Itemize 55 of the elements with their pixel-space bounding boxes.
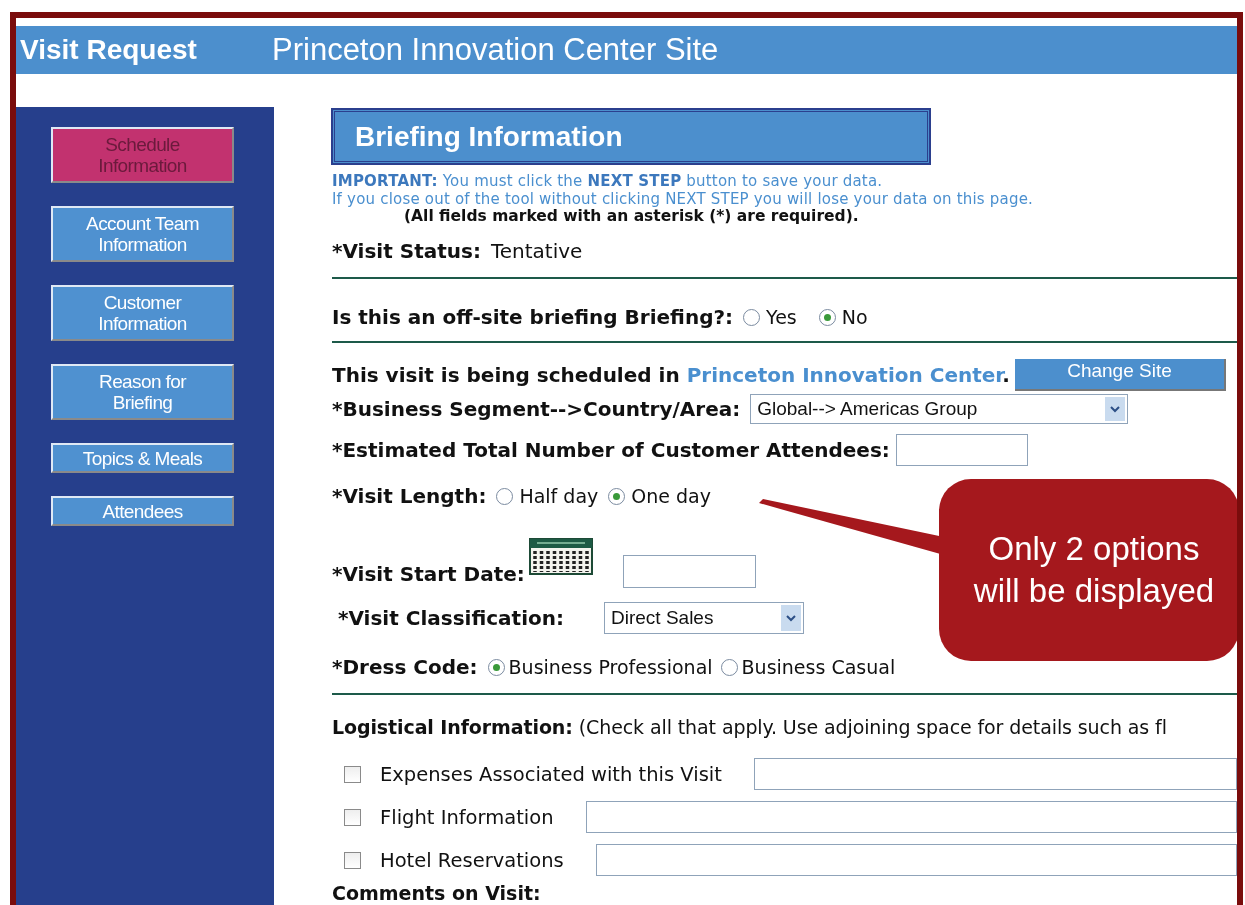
field-label: *Visit Start Date: <box>332 561 525 588</box>
site-title: Princeton Innovation Center Site <box>272 32 719 68</box>
input-field[interactable] <box>895 434 1028 466</box>
radio-button[interactable] <box>487 658 505 676</box>
notice-text: IMPORTANT: You must click the NEXT STEP button to save your data. <box>332 172 884 190</box>
date-field[interactable] <box>622 555 756 588</box>
radio-button[interactable] <box>720 658 738 676</box>
logistics-text: Logistical Information: (Check all that apply. Use adjoining space for details such as fl <box>332 716 1167 738</box>
field-label: Is this an off-site briefing Briefing?: <box>332 305 734 329</box>
page-title: Visit Request <box>20 34 198 66</box>
nav-button[interactable]: Customer Information <box>51 285 234 341</box>
checkbox-label: Expenses Associated with this Visit <box>380 762 722 786</box>
field-label: *Visit Classification: <box>338 606 564 630</box>
field-label: *Visit Length: <box>332 484 487 508</box>
chevron-down-icon <box>786 614 796 622</box>
option-label: No <box>841 306 868 328</box>
checkbox[interactable] <box>344 808 361 826</box>
checkbox-label: Flight Information <box>380 805 554 829</box>
section-heading: Briefing Information <box>332 109 930 164</box>
nav-button[interactable]: Topics & Meals <box>51 443 234 473</box>
callout-text: will be displayed <box>973 571 1215 611</box>
checkbox[interactable] <box>344 851 361 869</box>
field-label: *Dress Code: <box>332 655 478 679</box>
nav-button[interactable]: Schedule Information <box>51 127 234 183</box>
chevron-down-icon <box>1110 405 1121 413</box>
input-field[interactable] <box>595 844 1237 876</box>
field-label: Comments on Visit: <box>332 884 542 903</box>
radio-button[interactable] <box>743 308 761 326</box>
nav-button[interactable]: Reason for Briefing <box>51 364 234 420</box>
option-label: Yes <box>766 306 797 328</box>
checkbox-label: Hotel Reservations <box>380 848 564 872</box>
required-note: (All fields marked with an asterisk (*) are required). <box>404 208 860 225</box>
nav-button[interactable]: Account Team Information <box>51 206 234 262</box>
dropdown[interactable]: Global--> Americas Group <box>750 394 1129 424</box>
radio-button[interactable] <box>496 487 514 505</box>
change-site-button[interactable]: Change Site <box>1014 359 1226 391</box>
nav-button[interactable]: Attendees <box>51 496 234 526</box>
site-sentence: This visit is being scheduled in Princeton Innovation Center. <box>332 363 1010 387</box>
field-label: *Business Segment-->Country/Area: <box>332 397 741 421</box>
option-label: One day <box>631 485 711 507</box>
option-label: Business Casual <box>741 656 896 678</box>
option-label: Business Professional <box>508 656 713 678</box>
calendar-icon[interactable] <box>528 538 593 576</box>
field-label: *Visit Status: <box>332 239 481 263</box>
callout-text: Only 2 options <box>988 529 1200 569</box>
dropdown[interactable]: Direct Sales <box>604 602 804 634</box>
option-label: Half day <box>519 485 599 507</box>
checkbox[interactable] <box>344 765 361 783</box>
radio-button[interactable] <box>818 308 836 326</box>
input-field[interactable] <box>753 758 1237 790</box>
radio-button[interactable] <box>608 487 626 505</box>
field-label: *Estimated Total Number of Customer Attendees: <box>332 438 890 462</box>
notice-text: If you close out of the tool without clicking NEXT STEP you will lose your data on this page. <box>332 190 1035 208</box>
input-field[interactable] <box>585 801 1237 833</box>
status-value: Tentative <box>490 239 583 263</box>
